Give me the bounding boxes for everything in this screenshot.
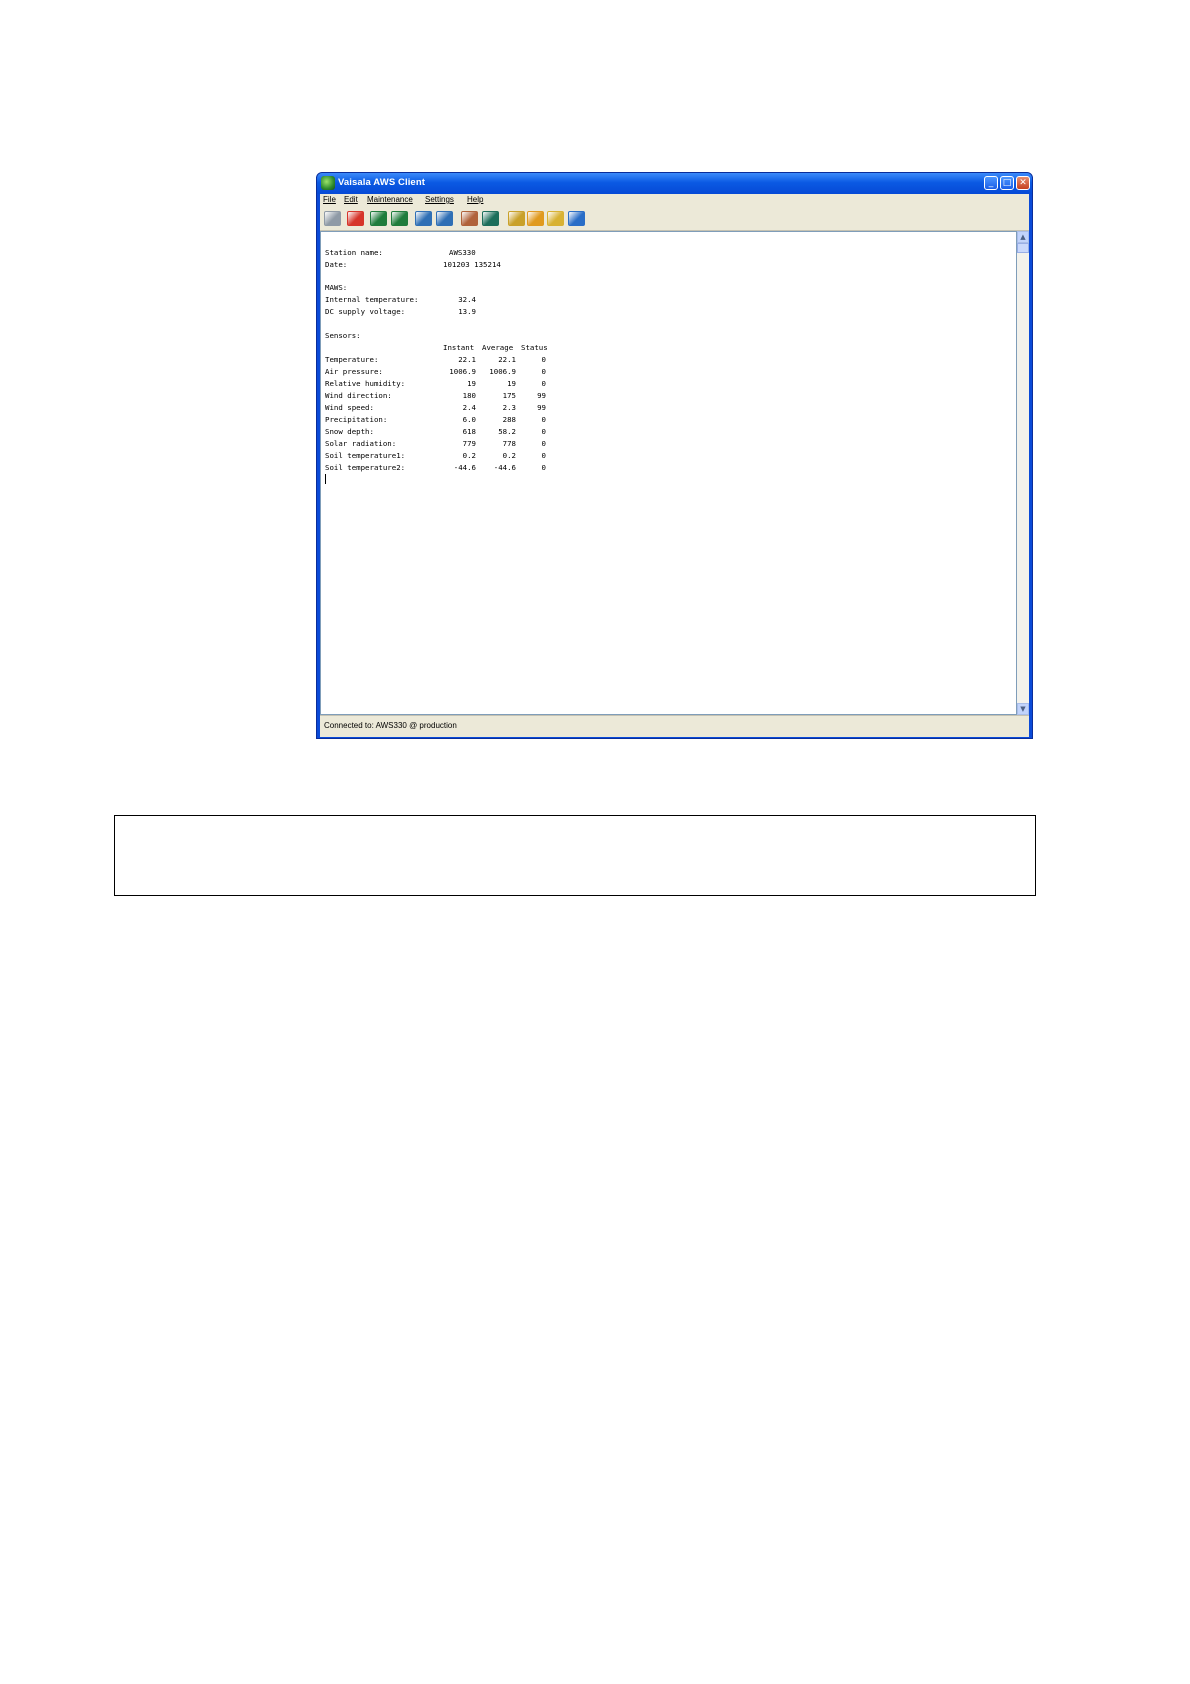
sensor-status-value: 0 <box>541 355 546 364</box>
database-icon[interactable] <box>508 211 525 226</box>
app-window: Vaisala AWS Client _ □ ✕ File Edit Maint… <box>316 172 1033 739</box>
sensor-label: Precipitation: <box>325 415 388 424</box>
sensor-status-value: 0 <box>541 439 546 448</box>
connection-status: Connected to: AWS330 @ production <box>324 721 457 730</box>
menu-edit[interactable]: Edit <box>344 195 358 204</box>
close-log-icon[interactable] <box>391 211 408 226</box>
menu-file[interactable]: File <box>323 195 336 204</box>
sensor-instant-value: -44.6 <box>453 463 476 472</box>
sensor-label: Temperature: <box>325 355 379 364</box>
vertical-scrollbar[interactable]: ▲ ▼ <box>1017 231 1029 715</box>
app-icon <box>321 176 335 190</box>
sensor-label: Snow depth: <box>325 427 374 436</box>
minimize-button[interactable]: _ <box>984 176 998 190</box>
scroll-up-icon[interactable]: ▲ <box>1017 231 1029 243</box>
sensor-instant-value: 6.0 <box>462 415 476 424</box>
download-icon[interactable] <box>436 211 453 226</box>
sensor-status-value: 0 <box>541 379 546 388</box>
close-button[interactable]: ✕ <box>1016 176 1030 190</box>
menu-settings[interactable]: Settings <box>425 195 454 204</box>
internal-temperature-label: Internal temperature: <box>325 295 419 304</box>
sensor-label: Soil temperature2: <box>325 463 406 472</box>
window-title: Vaisala AWS Client <box>338 177 425 188</box>
sensor-status-value: 0 <box>541 451 546 460</box>
empty-caption-box <box>114 815 1036 896</box>
sensor-status-value: 0 <box>541 415 546 424</box>
sensor-instant-value: 180 <box>462 391 476 400</box>
open-log-icon[interactable] <box>370 211 387 226</box>
report-text-area[interactable]: Station name: AWS330 Date: 101203 135214… <box>320 231 1017 715</box>
menu-help[interactable]: Help <box>467 195 483 204</box>
sensor-instant-value: 19 <box>467 379 476 388</box>
sensor-status-value: 99 <box>537 391 546 400</box>
sensors-header: Sensors: <box>325 331 361 340</box>
search-icon[interactable] <box>547 211 564 226</box>
sensor-instant-value: 618 <box>462 427 476 436</box>
maws-header: MAWS: <box>325 283 348 292</box>
title-bar[interactable]: Vaisala AWS Client _ □ ✕ <box>317 173 1032 194</box>
toolbar <box>320 207 1029 231</box>
copy-icon[interactable] <box>461 211 478 226</box>
sensor-instant-value: 0.2 <box>462 451 476 460</box>
sensor-status-value: 99 <box>537 403 546 412</box>
sensor-status-value: 0 <box>541 427 546 436</box>
sensor-status-value: 0 <box>541 367 546 376</box>
sensor-status-value: 0 <box>541 463 546 472</box>
sensor-label: Wind direction: <box>325 391 392 400</box>
dc-supply-voltage-label: DC supply voltage: <box>325 307 406 316</box>
station-name-value: AWS330 <box>449 248 476 257</box>
connect-icon[interactable] <box>324 211 341 226</box>
sensor-instant-value: 2.4 <box>462 403 476 412</box>
terminal-icon[interactable] <box>482 211 499 226</box>
sensor-label: Solar radiation: <box>325 439 397 448</box>
sensor-label: Air pressure: <box>325 367 383 376</box>
date-label: Date: <box>325 260 348 269</box>
upload-icon[interactable] <box>415 211 432 226</box>
sensor-instant-value: 779 <box>462 439 476 448</box>
column-header-average: Average <box>482 343 514 352</box>
sensor-label: Soil temperature1: <box>325 451 406 460</box>
info-icon[interactable] <box>568 211 585 226</box>
dc-supply-voltage-value: 13.9 <box>458 307 476 316</box>
sensor-label: Wind speed: <box>325 403 374 412</box>
menu-maintenance[interactable]: Maintenance <box>367 195 413 204</box>
scroll-down-icon[interactable]: ▼ <box>1017 703 1029 715</box>
column-header-status: Status <box>521 343 548 352</box>
maximize-button[interactable]: □ <box>1000 176 1014 190</box>
disconnect-icon[interactable] <box>347 211 364 226</box>
status-bar: Connected to: AWS330 @ production <box>320 715 1029 737</box>
station-name-label: Station name: <box>325 248 383 257</box>
settings-icon[interactable] <box>527 211 544 226</box>
sensor-label: Relative humidity: <box>325 379 406 388</box>
scroll-thumb[interactable] <box>1017 243 1029 253</box>
sensor-instant-value: 22.1 <box>458 355 476 364</box>
internal-temperature-value: 32.4 <box>458 295 476 304</box>
text-cursor <box>325 474 326 484</box>
column-header-instant: Instant <box>443 343 475 352</box>
menu-bar: File Edit Maintenance Settings Help <box>320 194 1029 207</box>
date-value: 101203 135214 <box>443 260 501 269</box>
sensor-instant-value: 1006.9 <box>449 367 476 376</box>
